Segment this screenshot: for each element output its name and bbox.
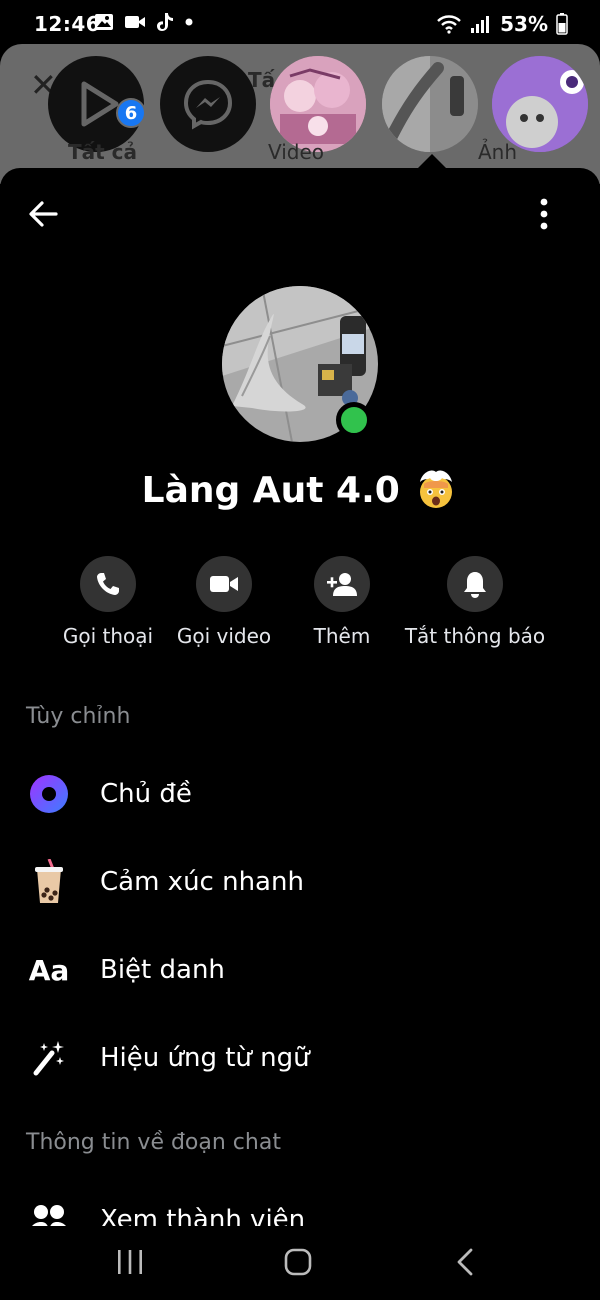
nickname-icon-text: Aa [28,953,70,987]
contact-avatar-group[interactable] [382,56,478,152]
row-view-members-label: Xem thành viên [100,1205,306,1226]
video-camera-icon [125,16,145,28]
messenger-icon [183,79,233,130]
group-name: Làng Aut 4.0 [141,470,400,511]
nickname-icon: Aa [24,945,74,995]
section-customize: Tùy chỉnh [26,704,131,729]
bg-tab-all[interactable]: Tất cả [68,140,137,164]
bg-partial-title: Tấ [248,68,276,92]
signal-icon [471,16,490,33]
status-system-icons: 53% [436,12,568,36]
add-member-button[interactable] [314,556,370,612]
row-theme[interactable]: Chủ đề [0,754,600,834]
video-call-action[interactable]: Gọi video [176,556,272,648]
magic-wand-icon [24,1033,74,1083]
exploding-head-emoji-icon [420,470,453,508]
bell-icon [464,572,486,598]
row-quick-reaction[interactable]: Cảm xúc nhanh [0,842,600,922]
row-word-effects[interactable]: Hiệu ứng từ ngữ [0,1018,600,1098]
messenger-app-circle[interactable] [160,56,256,152]
row-word-effects-label: Hiệu ứng từ ngữ [100,1043,310,1073]
mute-label: Tắt thông báo [404,624,546,648]
mute-button[interactable] [447,556,503,612]
section-chat-info: Thông tin về đoạn chat [26,1130,281,1155]
row-theme-label: Chủ đề [100,779,192,809]
row-nickname-label: Biệt danh [100,955,225,985]
row-quick-reaction-label: Cảm xúc nhanh [100,867,304,897]
contact-avatar-anime[interactable] [270,56,366,152]
bubble-tea-icon [24,857,74,907]
dot-icon [185,18,193,26]
online-status-dot [336,402,372,438]
video-call-button[interactable] [196,556,252,612]
status-bar: 12:46 53% [0,0,600,46]
gallery-icon [95,14,113,30]
back-nav-icon[interactable] [446,1244,486,1280]
members-icon [24,1195,74,1226]
battery-icon [556,13,568,35]
tiktok-icon [157,13,173,31]
add-member-label: Thêm [313,624,371,648]
status-time: 12:46 [34,12,101,36]
system-nav-bar [0,1226,600,1300]
status-notification-icons [94,12,194,32]
more-options-icon[interactable] [530,194,558,234]
bg-tab-video[interactable]: Video [268,140,324,164]
home-icon[interactable] [278,1244,318,1280]
panel-pointer [418,154,446,168]
contact-avatar-purple[interactable] [492,56,588,152]
video-call-label: Gọi video [176,624,272,648]
call-action[interactable]: Gọi thoại [60,556,156,648]
battery-percent: 53% [500,12,548,36]
add-person-icon [327,573,357,596]
recent-apps-icon[interactable] [110,1244,150,1280]
wifi-icon [437,15,461,34]
add-member-action[interactable]: Thêm [294,556,390,648]
video-icon [210,576,238,592]
call-label: Gọi thoại [62,624,154,648]
notification-badge: 6 [116,98,146,128]
row-view-members[interactable]: Xem thành viên [0,1180,600,1226]
theme-icon [24,769,74,819]
chat-info-panel: Làng Aut 4.0 Gọi thoại Gọi video Thêm Tắ… [0,168,600,1226]
back-arrow-icon[interactable] [26,196,62,232]
mute-action[interactable]: Tắt thông báo [400,556,550,648]
phone-icon [97,573,119,595]
group-name-heading: Làng Aut 4.0 [0,466,600,511]
call-button[interactable] [80,556,136,612]
bg-tab-photo[interactable]: Ảnh [478,140,517,164]
background-share-sheet: ✕ 6 Tấ Tất cả Video Ảnh [0,44,600,184]
row-nickname[interactable]: Aa Biệt danh [0,930,600,1010]
